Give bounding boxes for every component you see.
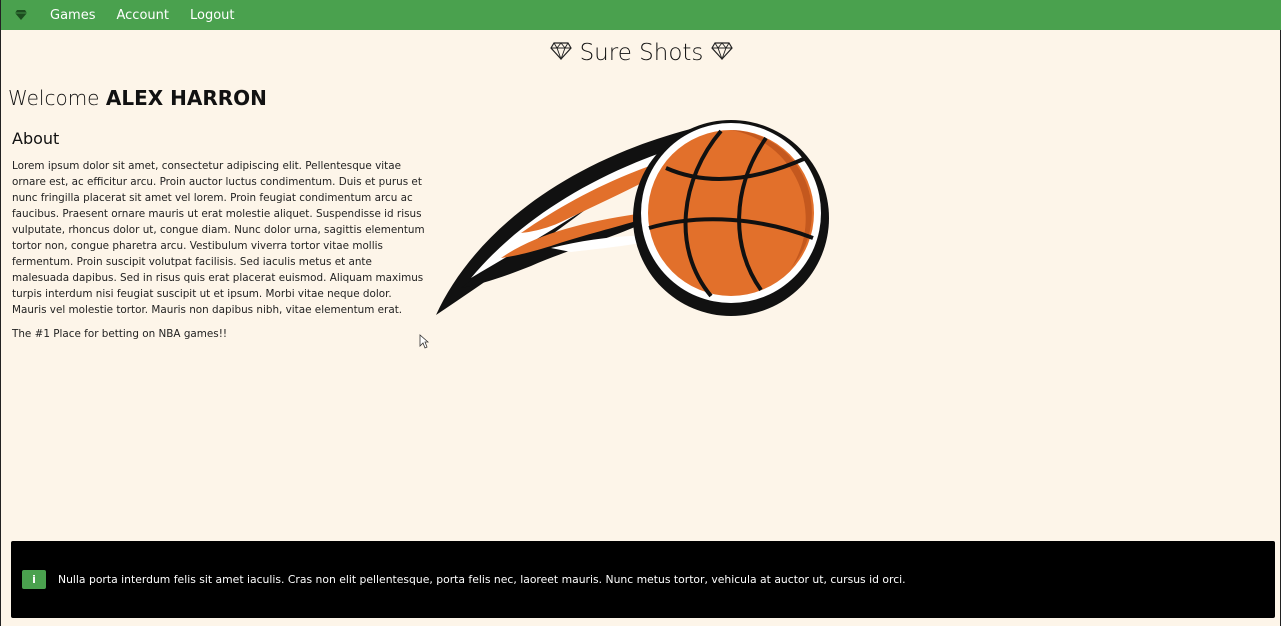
toast-message: Nulla porta interdum felis sit amet iacu…	[58, 573, 906, 586]
info-icon: i	[22, 570, 46, 589]
mouse-cursor-icon	[419, 334, 430, 353]
welcome-heading: Welcome ALEX HARRON	[8, 86, 267, 110]
notification-toast: i Nulla porta interdum felis sit amet ia…	[11, 541, 1275, 618]
top-navbar: Games Account Logout	[1, 0, 1281, 30]
about-paragraph: Lorem ipsum dolor sit amet, consectetur …	[12, 160, 425, 316]
welcome-prefix: Welcome	[8, 86, 100, 110]
gem-icon	[549, 40, 572, 66]
nav-account-link[interactable]: Account	[116, 8, 169, 23]
site-title: Sure Shots	[1, 40, 1281, 66]
nav-games-link[interactable]: Games	[50, 8, 95, 23]
gem-icon[interactable]	[12, 8, 30, 22]
nav-logout-link[interactable]: Logout	[190, 8, 235, 23]
about-heading: About	[12, 129, 60, 148]
tagline: The #1 Place for betting on NBA games!!	[12, 328, 228, 340]
gem-icon	[711, 40, 734, 66]
site-title-text: Sure Shots	[579, 40, 704, 66]
user-name: ALEX HARRON	[105, 86, 267, 110]
basketball-flame-logo	[431, 118, 831, 318]
